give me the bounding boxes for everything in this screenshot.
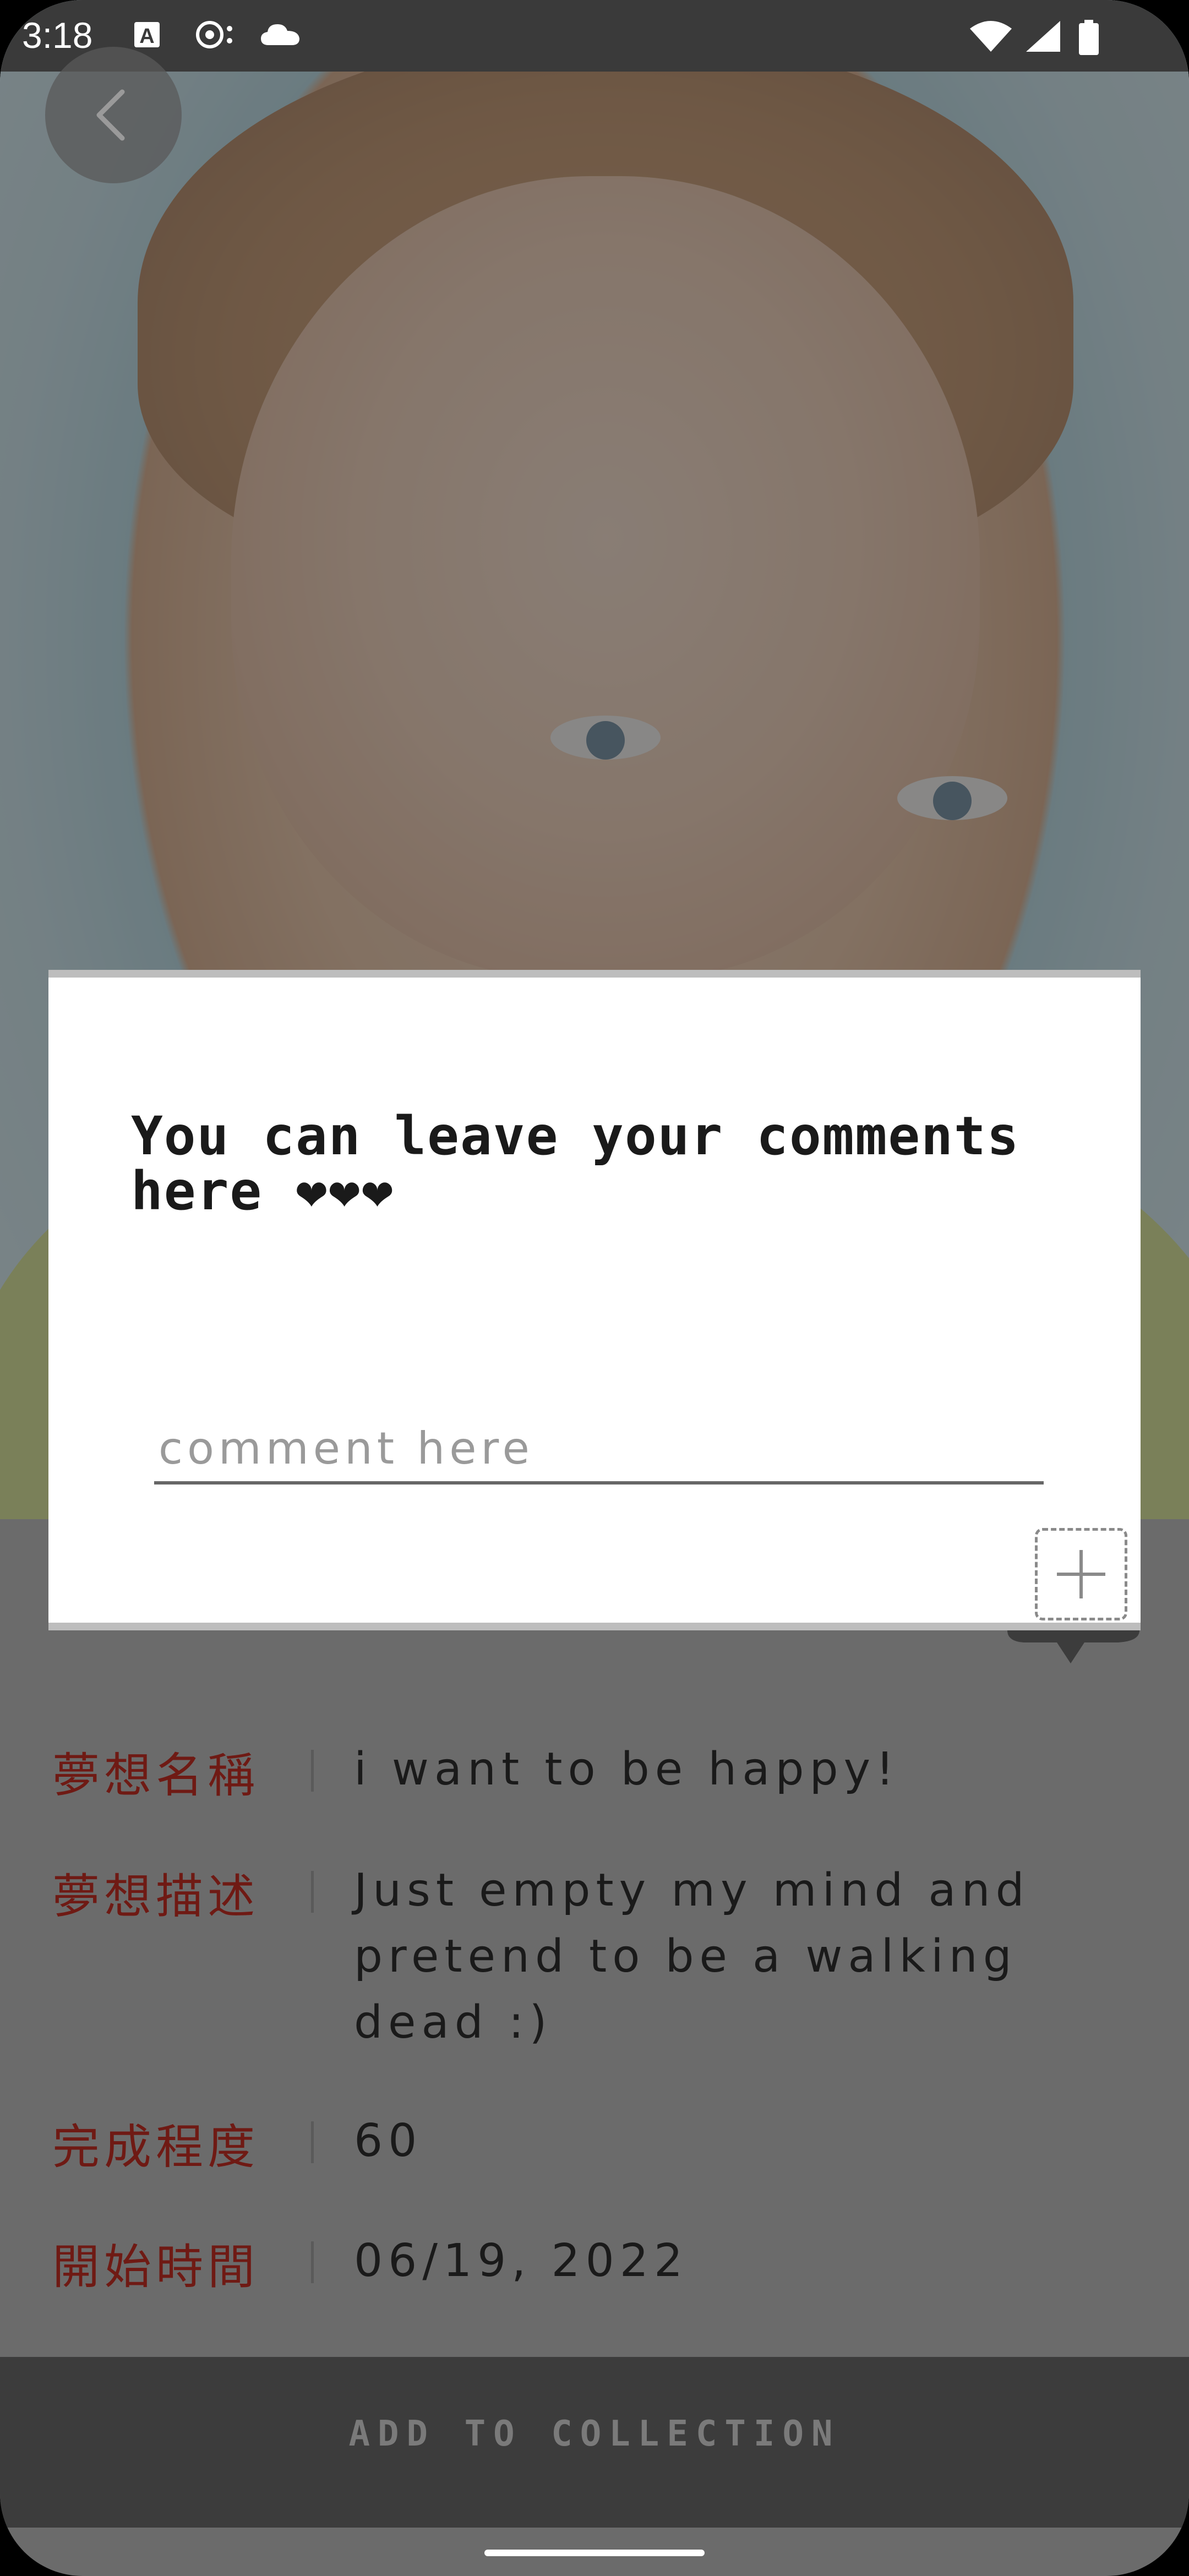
app-screen: 3:18 A 夢想名稱 i want to be happy! 夢想描述 Jus… (0, 0, 1189, 2576)
detail-label: 夢想名稱 (52, 1748, 259, 1803)
back-button[interactable] (45, 47, 182, 183)
detail-value: Just empty my mind and pretend to be a w… (354, 1864, 1030, 2049)
comment-dialog: You can leave your comments here ❤❤❤ (48, 970, 1141, 1630)
detail-separator (311, 2241, 314, 2283)
svg-text:A: A (139, 25, 154, 48)
detail-label: 開始時間 (52, 2240, 259, 2295)
mic-sync-icon (195, 20, 237, 50)
dialog-title: You can leave your comments here ❤❤❤ (131, 1105, 1020, 1222)
detail-label: 夢想描述 (52, 1869, 259, 1924)
detail-separator (311, 1871, 314, 1913)
dialog-tail-icon (1007, 1630, 1139, 1663)
add-comment-button[interactable] (1035, 1528, 1127, 1620)
gesture-nav-handle[interactable] (484, 2550, 705, 2556)
detail-value: i want to be happy! (354, 1743, 900, 1795)
add-to-collection-button[interactable]: ADD TO COLLECTION (0, 2357, 1189, 2528)
cloud-icon (259, 20, 303, 50)
wifi-icon (969, 20, 1013, 52)
detail-label: 完成程度 (52, 2120, 259, 2175)
detail-value: 06/19, 2022 (354, 2235, 689, 2287)
detail-separator (311, 2121, 314, 2163)
battery-icon (1078, 20, 1100, 55)
comment-input[interactable] (154, 1415, 1044, 1485)
detail-separator (311, 1750, 314, 1792)
detail-value: 60 (354, 2115, 423, 2167)
signal-icon (1024, 20, 1062, 52)
a-text-icon: A (132, 20, 162, 50)
